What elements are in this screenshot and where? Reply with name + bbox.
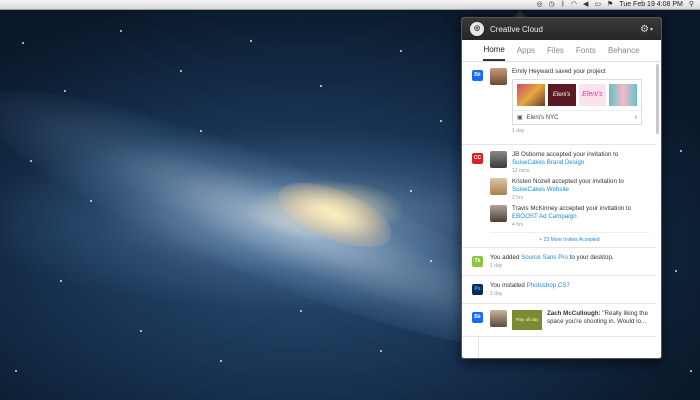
flag-icon[interactable]: ⚑ — [607, 0, 613, 10]
star — [220, 360, 222, 362]
avatar[interactable] — [490, 310, 507, 327]
feed-message: You installed — [490, 282, 527, 289]
creative-cloud-icon[interactable]: ◎ — [536, 0, 542, 10]
time-machine-icon[interactable]: ◷ — [549, 0, 555, 10]
activity-feed[interactable]: Bē Emily Heyward saved your project Elen… — [462, 62, 655, 358]
star — [64, 90, 66, 92]
panel-title: Creative Cloud — [490, 24, 543, 34]
more-invites-link[interactable]: + 23 More Invites Accepted — [490, 232, 649, 243]
star — [200, 130, 202, 132]
feed-message: Emily Heyward saved your project — [512, 68, 606, 75]
star — [15, 370, 17, 372]
star — [22, 42, 24, 44]
star — [400, 50, 402, 52]
tab-home[interactable]: Home — [483, 40, 505, 61]
tab-files[interactable]: Files — [547, 41, 564, 60]
project-thumbnail[interactable] — [609, 84, 637, 106]
tab-behance[interactable]: Behance — [608, 41, 640, 60]
timestamp: 4 hrs — [512, 222, 524, 228]
star — [675, 270, 677, 272]
star — [90, 200, 92, 202]
timestamp: 2 hrs — [512, 195, 524, 201]
project-card[interactable]: Eleni's Eleni's ▣ Eleni's NYC › — [512, 79, 642, 125]
avatar[interactable] — [490, 68, 507, 85]
volume-icon[interactable]: ◀ — [583, 0, 588, 10]
comment-author[interactable]: Zach McCullough: — [547, 310, 601, 317]
star — [690, 370, 692, 372]
behance-icon: Bē — [472, 312, 483, 323]
scrollbar[interactable] — [656, 64, 659, 134]
feed-item-installed: Ps You installed Photoshop CS7 1 day — [462, 276, 655, 304]
app-link[interactable]: Photoshop CS7 — [527, 282, 570, 289]
chevron-down-icon[interactable]: ▾ — [650, 26, 653, 33]
menubar: ◎ ◷ ᛒ ◠ ◀ ▭ ⚑ Tue Feb 19 4:08 PM ⚲ — [0, 0, 700, 10]
project-name: Eleni's NYC — [526, 114, 559, 121]
feed-message: Travis McKinney accepted your invitation… — [512, 205, 632, 212]
typekit-icon: Tk — [472, 256, 483, 267]
panel-tabs: Home Apps Files Fonts Behance — [462, 40, 661, 62]
star — [140, 330, 142, 332]
creative-cloud-panel: ◎ Creative Cloud ⚙ ▾ Home Apps Files Fon… — [461, 17, 662, 359]
feed-item-invites: CC JB Osborne accepted your invitation t… — [462, 145, 655, 248]
timestamp: 1 day — [490, 263, 503, 269]
font-link[interactable]: Source Sans Pro — [521, 254, 568, 261]
star — [320, 85, 322, 87]
project-thumbnail[interactable]: Eleni's — [578, 84, 607, 106]
feed-message: You added — [490, 254, 522, 261]
star — [180, 70, 182, 72]
timestamp: 1 day — [512, 128, 525, 134]
project-thumbnail[interactable] — [517, 84, 545, 106]
feed-item-project-saved: Bē Emily Heyward saved your project Elen… — [462, 62, 655, 145]
gear-icon[interactable]: ⚙ — [640, 24, 649, 35]
panel-header: ◎ Creative Cloud ⚙ ▾ — [462, 18, 661, 40]
star — [440, 120, 442, 122]
avatar[interactable] — [490, 151, 507, 168]
star — [380, 350, 382, 352]
star — [60, 280, 62, 282]
spotlight-icon[interactable]: ⚲ — [689, 0, 694, 10]
project-thumbnail[interactable]: Eleni's — [547, 84, 576, 106]
timestamp: 1 day — [490, 291, 503, 297]
behance-icon: Bē — [472, 70, 483, 81]
star — [250, 40, 252, 42]
wifi-icon[interactable]: ◠ — [571, 0, 577, 10]
battery-icon[interactable]: ▭ — [594, 0, 601, 10]
creative-cloud-logo-icon: ◎ — [470, 22, 484, 36]
star — [120, 30, 122, 32]
star — [300, 310, 302, 312]
feed-message-suffix: to your desktop. — [567, 254, 614, 261]
star — [680, 150, 682, 152]
feed-message: JB Osborne accepted your invitation to — [512, 151, 619, 158]
feed-item-font-added: Tk You added Source Sans Pro to your des… — [462, 248, 655, 276]
avatar[interactable] — [490, 178, 507, 195]
invite-project-link[interactable]: EBOOST Ad Campaign — [512, 213, 631, 221]
menubar-clock[interactable]: Tue Feb 19 4:08 PM — [619, 0, 683, 10]
star — [430, 260, 432, 262]
invite-project-link[interactable]: SuiseCakes Website — [512, 186, 624, 194]
timestamp: 12 mins — [512, 168, 530, 174]
feed-message: Kristen Nozell accepted your invitation … — [512, 178, 624, 185]
star — [410, 190, 412, 192]
project-icon: ▣ — [517, 115, 523, 121]
bluetooth-icon[interactable]: ᛒ — [561, 0, 565, 10]
tab-apps[interactable]: Apps — [517, 41, 535, 60]
creative-cloud-icon: CC — [472, 153, 483, 164]
project-thumbnail[interactable]: Play all day — [512, 310, 542, 330]
invite-project-link[interactable]: SuiseCakes Brand Design — [512, 159, 618, 167]
chevron-right-icon[interactable]: › — [635, 114, 637, 121]
star — [30, 160, 32, 162]
feed-item-comment: Bē Play all day Zach McCullough: "Really… — [462, 304, 655, 337]
avatar[interactable] — [490, 205, 507, 222]
photoshop-icon: Ps — [472, 284, 483, 295]
tab-fonts[interactable]: Fonts — [576, 41, 596, 60]
